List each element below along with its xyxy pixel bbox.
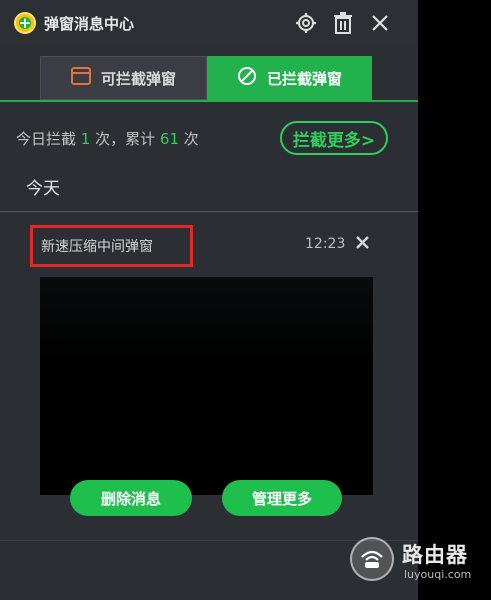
window-icon xyxy=(70,67,91,89)
tab-blockable-popups[interactable]: 可拦截弹窗 xyxy=(40,56,207,100)
trash-icon[interactable] xyxy=(331,11,355,35)
stats-prefix: 今日拦截 xyxy=(16,130,77,148)
total-count: 61 xyxy=(159,130,180,148)
message-time: 12:23 xyxy=(305,236,346,252)
delete-message-button[interactable]: 删除消息 xyxy=(70,480,192,516)
tab-bar: 可拦截弹窗 已拦截弹窗 xyxy=(40,56,372,100)
block-stats: 今日拦截 1 次，累计 61 次 xyxy=(16,128,199,149)
watermark-router-icon xyxy=(350,537,394,581)
window-title: 弹窗消息中心 xyxy=(44,15,135,33)
bottom-divider xyxy=(0,540,418,541)
today-count: 1 xyxy=(80,130,91,148)
block-more-button[interactable]: 拦截更多> xyxy=(280,121,388,155)
app-logo-icon xyxy=(14,12,36,34)
tab-label: 已拦截弹窗 xyxy=(266,69,342,88)
black-background-strip xyxy=(418,0,491,600)
popup-preview-image xyxy=(40,277,373,495)
message-close-icon[interactable] xyxy=(354,234,370,250)
tab-underline xyxy=(0,100,418,102)
tab-label: 可拦截弹窗 xyxy=(100,69,176,88)
watermark-title: 路由器 xyxy=(402,543,468,567)
watermark-subtitle: luyouqi.com xyxy=(404,568,472,581)
blocked-circle-icon xyxy=(237,66,257,90)
section-divider xyxy=(0,211,418,212)
message-title: 新速压缩中间弹窗 xyxy=(41,239,153,255)
section-heading-today: 今天 xyxy=(26,179,60,199)
stats-mid: 次，累计 xyxy=(95,130,156,148)
manage-more-button[interactable]: 管理更多 xyxy=(222,480,342,516)
tab-blocked-popups[interactable]: 已拦截弹窗 xyxy=(207,56,372,100)
settings-gear-icon[interactable] xyxy=(294,11,318,35)
title-bar: 弹窗消息中心 xyxy=(0,0,418,46)
close-icon[interactable] xyxy=(368,11,392,35)
message-title-highlight: 新速压缩中间弹窗 xyxy=(30,225,193,267)
stats-suffix: 次 xyxy=(183,130,199,148)
popup-message-center-window: 弹窗消息中心 xyxy=(0,0,418,600)
